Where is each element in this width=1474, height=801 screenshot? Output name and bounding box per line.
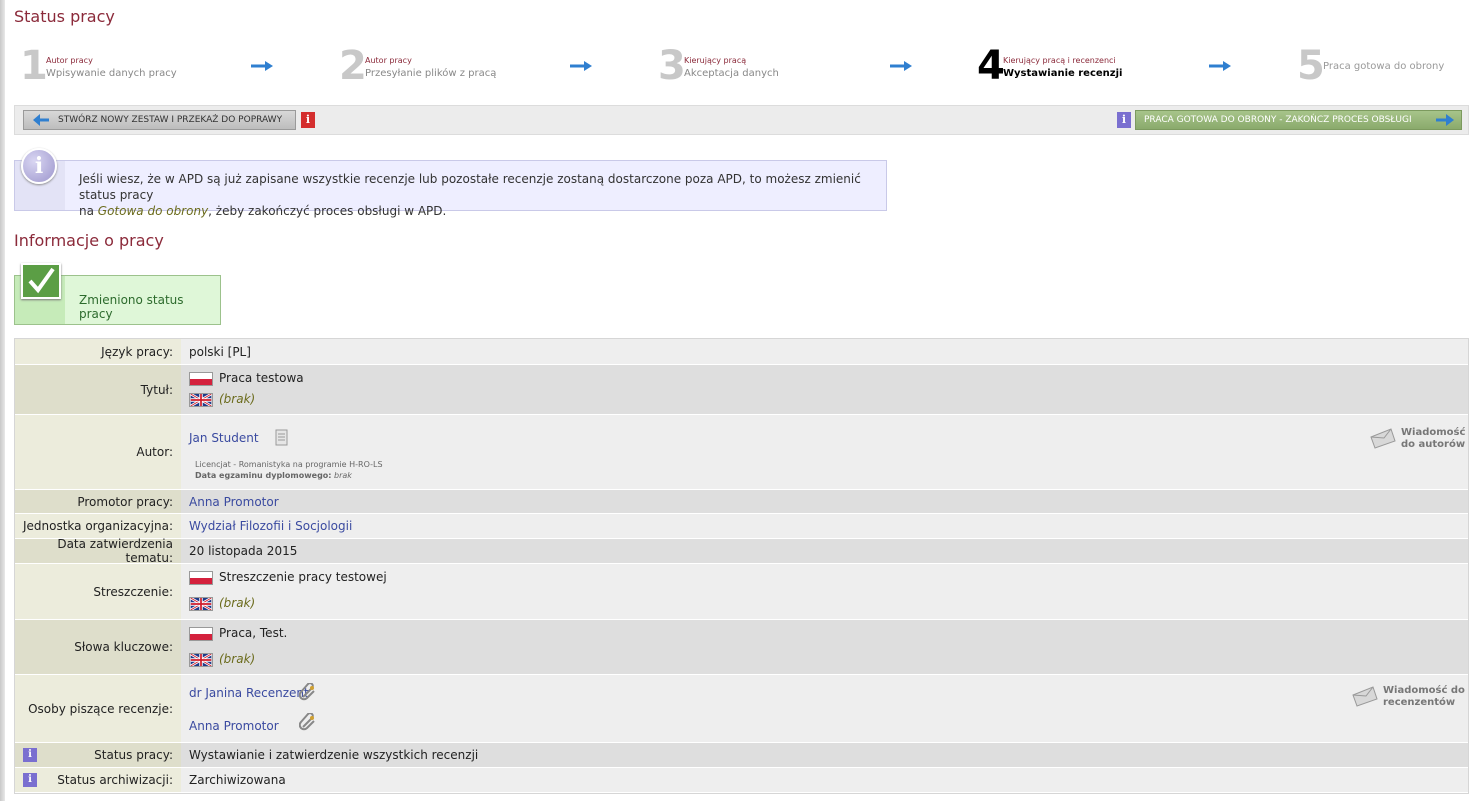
row-label: Streszczenie:	[15, 564, 181, 619]
step-number: 4	[977, 43, 1005, 89]
message-reviewers-button[interactable]: Wiadomość do recenzentów	[1352, 685, 1465, 709]
row-label: Tytuł:	[15, 365, 181, 414]
left-border	[0, 0, 5, 801]
row-label: Język pracy:	[15, 339, 181, 364]
step-label: Praca gotowa do obrony	[1323, 61, 1445, 72]
status-ready-link: Gotowa do obrony	[97, 204, 209, 218]
flag-uk-icon	[189, 392, 213, 407]
archive-status: Zarchiwizowana	[189, 773, 286, 787]
envelope-icon	[1370, 428, 1396, 449]
title-en: (brak)	[219, 392, 256, 406]
flag-pl-icon	[189, 570, 213, 585]
step-actor: Autor pracy	[365, 56, 412, 65]
table-row: Autor: Jan Student Licencjat - Romanisty…	[15, 415, 1468, 490]
approval-date: 20 listopada 2015	[189, 544, 298, 558]
table-row: Streszczenie: Streszczenie pracy testowe…	[15, 564, 1468, 620]
step-number: 1	[20, 43, 48, 89]
table-row: i Status pracy: Wystawianie i zatwierdzen…	[15, 743, 1468, 768]
paperclip-icon[interactable]	[299, 713, 317, 731]
info-icon[interactable]: i	[1117, 112, 1131, 128]
row-label: Data zatwierdzenia tematu:	[15, 537, 181, 565]
info-message: i Jeśli wiesz, że w APD są już zapisane …	[14, 148, 887, 218]
create-new-set-button[interactable]: STWÓRZ NOWY ZESTAW I PRZEKAŻ DO POPRAWY	[23, 110, 296, 130]
flag-pl-icon	[189, 371, 213, 386]
checkmark-icon	[21, 263, 61, 299]
table-row: i Status archiwizacji: Zarchiwizowana	[15, 768, 1468, 793]
success-text: Zmieniono status pracy	[79, 293, 184, 321]
flag-pl-icon	[189, 626, 213, 641]
action-bar: STWÓRZ NOWY ZESTAW I PRZEKAŻ DO POPRAWY …	[14, 105, 1469, 135]
arrow-right-icon	[890, 61, 912, 71]
exam-date: Data egzaminu dyplomowego: brak	[195, 471, 352, 480]
success-message: Zmieniono status pracy	[14, 263, 221, 325]
table-row: Język pracy: polski [PL]	[15, 339, 1468, 365]
paperclip-icon[interactable]	[299, 683, 317, 701]
arrow-right-icon	[1436, 114, 1454, 126]
thesis-status: Wystawianie i zatwierdzenie wszystkich r…	[189, 748, 479, 762]
reviewer-link[interactable]: Anna Promotor	[189, 719, 279, 733]
table-row: Osoby piszące recenzje: dr Janina Recenz…	[15, 675, 1468, 743]
step-label: Przesyłanie plików z pracą	[365, 68, 497, 79]
step-number: 5	[1297, 43, 1325, 89]
ready-for-defense-label: PRACA GOTOWA DO OBRONY - ZAKOŃCZ PROCES …	[1144, 115, 1412, 125]
arrow-right-icon	[570, 61, 592, 71]
promotor-link[interactable]: Anna Promotor	[189, 495, 279, 509]
step-label: Akceptacja danych	[684, 68, 779, 79]
step-actor: Kierujący pracą i recenzenci	[1003, 56, 1116, 65]
info-circle-icon: i	[21, 148, 57, 184]
thesis-details-table: Język pracy: polski [PL] Tytuł: Praca te…	[14, 338, 1469, 794]
author-link[interactable]: Jan Student	[189, 431, 259, 445]
abstract-en: (brak)	[219, 596, 256, 610]
info-text: Jeśli wiesz, że w APD są już zapisane ws…	[79, 172, 861, 218]
row-label: Status archiwizacji:	[57, 773, 173, 787]
document-icon[interactable]	[274, 429, 290, 447]
row-label: Promotor pracy:	[15, 490, 181, 513]
row-label: Jednostka organizacyjna:	[15, 514, 181, 538]
info-icon[interactable]: i	[23, 748, 37, 762]
step-actor: Kierujący pracą	[684, 56, 747, 65]
info-icon[interactable]: i	[301, 112, 315, 128]
section-title: Informacje o pracy	[14, 231, 164, 250]
step-label: Wpisywanie danych pracy	[46, 68, 177, 79]
row-label: Osoby piszące recenzje:	[15, 675, 181, 742]
arrow-left-icon	[33, 114, 49, 126]
row-label: Autor:	[15, 415, 181, 489]
flag-uk-icon	[189, 652, 213, 667]
row-label: Słowa kluczowe:	[15, 620, 181, 674]
table-row: Tytuł: Praca testowa (brak)	[15, 365, 1468, 415]
page-title: Status pracy	[14, 7, 115, 26]
keywords-pl: Praca, Test.	[219, 626, 288, 640]
table-row: Data zatwierdzenia tematu: 20 listopada …	[15, 537, 1468, 565]
step-label: Wystawianie recenzji	[1003, 68, 1123, 79]
create-new-set-label: STWÓRZ NOWY ZESTAW I PRZEKAŻ DO POPRAWY	[58, 115, 283, 125]
language-value: polski [PL]	[189, 345, 251, 359]
table-row: Słowa kluczowe: Praca, Test. (brak)	[15, 620, 1468, 675]
arrow-right-icon	[251, 61, 273, 71]
arrow-right-icon	[1209, 61, 1231, 71]
author-program: Licencjat - Romanistyka na programie H-R…	[195, 460, 383, 469]
step-number: 3	[658, 43, 686, 89]
abstract-pl: Streszczenie pracy testowej	[219, 570, 387, 584]
info-icon[interactable]: i	[23, 773, 37, 787]
ready-for-defense-button[interactable]: PRACA GOTOWA DO OBRONY - ZAKOŃCZ PROCES …	[1135, 110, 1462, 130]
message-authors-button[interactable]: Wiadomość do autorów	[1370, 427, 1465, 451]
flag-uk-icon	[189, 596, 213, 611]
step-number: 2	[339, 43, 367, 89]
unit-link[interactable]: Wydział Filozofii i Socjologii	[189, 519, 352, 533]
title-pl: Praca testowa	[219, 371, 304, 385]
table-row: Promotor pracy: Anna Promotor	[15, 490, 1468, 514]
envelope-icon	[1352, 686, 1378, 707]
reviewer-link[interactable]: dr Janina Recenzent	[189, 686, 309, 700]
table-row: Jednostka organizacyjna: Wydział Filozof…	[15, 514, 1468, 539]
keywords-en: (brak)	[219, 652, 256, 666]
step-actor: Autor pracy	[46, 56, 93, 65]
row-label: Status pracy:	[94, 748, 173, 762]
